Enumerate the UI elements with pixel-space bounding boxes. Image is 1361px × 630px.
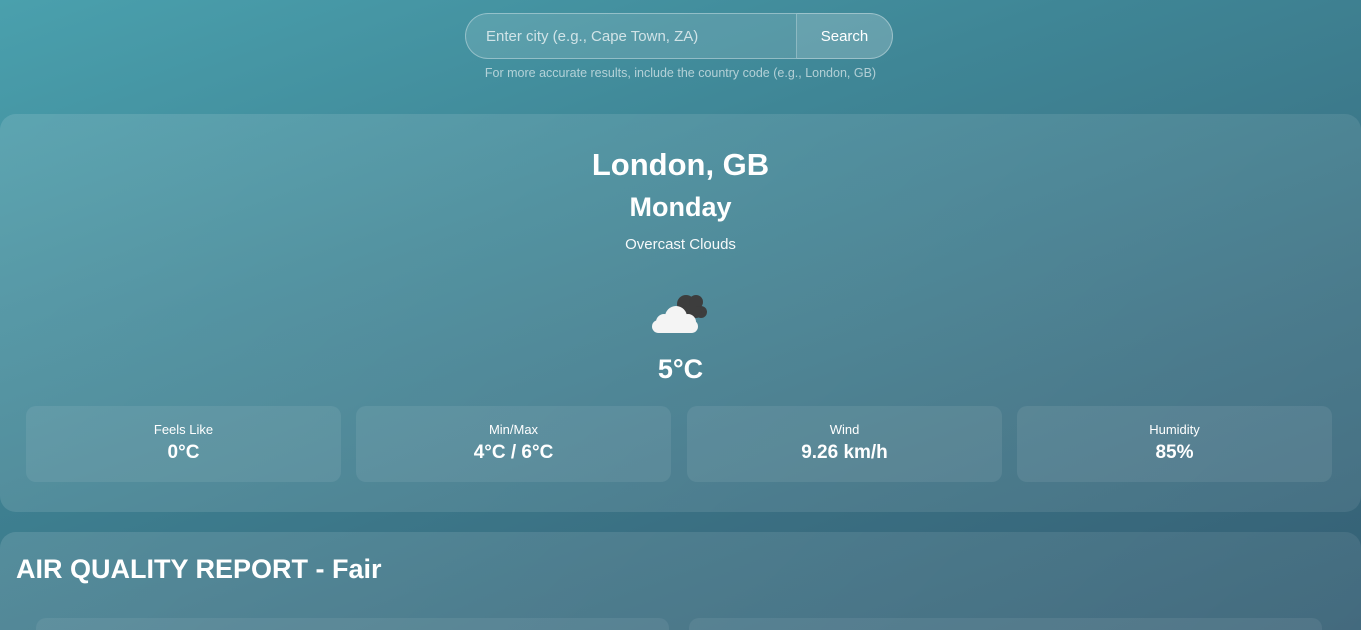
search-button[interactable]: Search bbox=[796, 13, 893, 59]
stat-label: Min/Max bbox=[488, 422, 539, 437]
stat-label: Wind bbox=[829, 422, 860, 437]
search-hint: For more accurate results, include the c… bbox=[484, 66, 877, 80]
stat-min-max: Min/Max 4°C / 6°C bbox=[356, 406, 671, 482]
city-search-input[interactable] bbox=[465, 13, 796, 59]
stat-value: 85% bbox=[1155, 442, 1194, 463]
stat-feels-like: Feels Like 0°C bbox=[26, 406, 341, 482]
overcast-clouds-icon bbox=[648, 290, 712, 336]
air-quality-card: AIR QUALITY REPORT - Fair bbox=[0, 532, 1361, 630]
day-name: Monday bbox=[629, 192, 732, 222]
current-temperature: 5°C bbox=[657, 354, 704, 384]
stat-wind: Wind 9.26 km/h bbox=[687, 406, 1002, 482]
stat-value: 4°C / 6°C bbox=[473, 442, 554, 463]
stat-value: 9.26 km/h bbox=[801, 442, 888, 463]
weather-description: Overcast Clouds bbox=[625, 236, 736, 253]
current-weather-card: London, GB Monday Overcast Clouds 5°C Fe… bbox=[0, 114, 1361, 512]
stat-label: Feels Like bbox=[153, 422, 214, 437]
stat-humidity: Humidity 85% bbox=[1017, 406, 1332, 482]
air-quality-title: AIR QUALITY REPORT - Fair bbox=[16, 554, 382, 584]
stat-label: Humidity bbox=[1149, 422, 1200, 437]
air-quality-panel-left bbox=[36, 618, 669, 630]
city-name: London, GB bbox=[591, 147, 770, 182]
search-bar: Search bbox=[465, 13, 893, 59]
air-quality-panel-right bbox=[689, 618, 1322, 630]
stat-value: 0°C bbox=[167, 442, 200, 463]
